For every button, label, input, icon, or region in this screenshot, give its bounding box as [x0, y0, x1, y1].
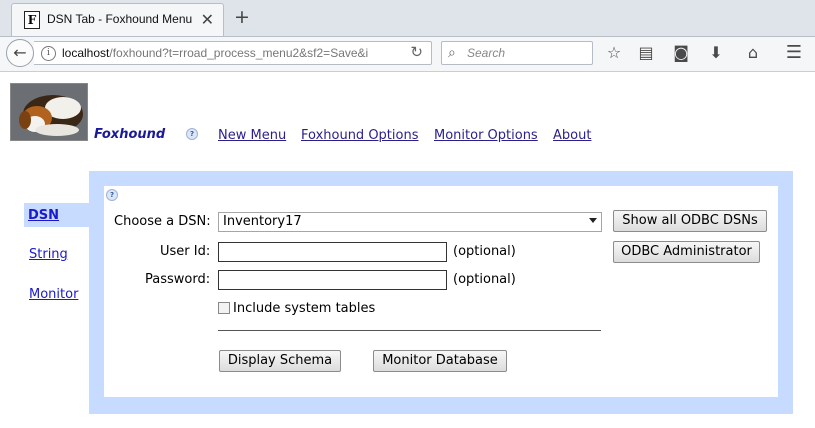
search-placeholder: Search [467, 46, 506, 60]
odbc-administrator-button[interactable]: ODBC Administrator [613, 241, 760, 263]
home-icon[interactable]: ⌂ [742, 42, 764, 64]
url-text[interactable]: localhost/foxhound?t=rroad_process_menu2… [62, 46, 368, 60]
password-optional-note: (optional) [453, 272, 516, 287]
include-system-tables-checkbox[interactable] [218, 302, 230, 314]
new-tab-icon[interactable]: + [234, 6, 250, 28]
password-field[interactable] [218, 270, 447, 290]
search-box[interactable]: ⌕ Search [441, 41, 593, 65]
download-icon[interactable]: ⬇ [705, 42, 727, 64]
browser-tab[interactable]: F DSN Tab - Foxhound Menu ✕ [11, 3, 224, 36]
password-label: Password: [145, 272, 211, 287]
brand-name: Foxhound [94, 127, 166, 142]
panel-help-icon[interactable]: ? [106, 189, 118, 201]
reload-icon[interactable]: ↻ [410, 43, 423, 61]
reading-list-icon[interactable]: ▤ [635, 42, 657, 64]
foxhound-logo-image [10, 83, 88, 141]
search-icon: ⌕ [448, 45, 456, 61]
menu-icon[interactable]: ☰ [783, 42, 805, 64]
dropdown-arrow-icon [589, 218, 597, 223]
display-schema-button[interactable]: Display Schema [219, 350, 341, 372]
pocket-icon[interactable]: ◙ [670, 42, 692, 64]
foxhound-options-link[interactable]: Foxhound Options [301, 128, 418, 143]
dsn-select-value: Inventory17 [223, 214, 302, 229]
close-tab-icon[interactable]: ✕ [201, 10, 214, 29]
show-all-odbc-dsns-button[interactable]: Show all ODBC DSNs [613, 210, 767, 232]
dsn-label: Choose a DSN: [114, 214, 211, 229]
monitor-options-link[interactable]: Monitor Options [434, 128, 538, 143]
new-menu-link[interactable]: New Menu [218, 128, 286, 143]
back-arrow-icon[interactable]: ← [6, 39, 34, 67]
userid-label: User Id: [160, 244, 211, 259]
dsn-select[interactable]: Inventory17 [218, 212, 602, 232]
sidebar-item-string[interactable]: String [29, 247, 68, 262]
userid-optional-note: (optional) [453, 244, 516, 259]
foxhound-favicon-icon: F [24, 11, 40, 29]
help-icon[interactable]: ? [186, 128, 198, 140]
url-bar[interactable]: i localhost/foxhound?t=rroad_process_men… [34, 41, 432, 65]
divider [218, 330, 601, 331]
browser-nav-bar: ← i localhost/foxhound?t=rroad_process_m… [0, 37, 815, 72]
info-icon[interactable]: i [41, 46, 56, 61]
browser-tab-bar: F DSN Tab - Foxhound Menu ✕ + [0, 0, 815, 37]
tab-title: DSN Tab - Foxhound Menu [47, 12, 193, 26]
sidebar-item-dsn[interactable]: DSN [28, 208, 59, 223]
sidebar-item-monitor[interactable]: Monitor [29, 287, 78, 302]
monitor-database-button[interactable]: Monitor Database [373, 350, 507, 372]
include-system-tables-label: Include system tables [233, 301, 376, 316]
about-link[interactable]: About [553, 128, 591, 143]
userid-field[interactable] [218, 242, 447, 262]
star-icon[interactable]: ☆ [603, 42, 625, 64]
